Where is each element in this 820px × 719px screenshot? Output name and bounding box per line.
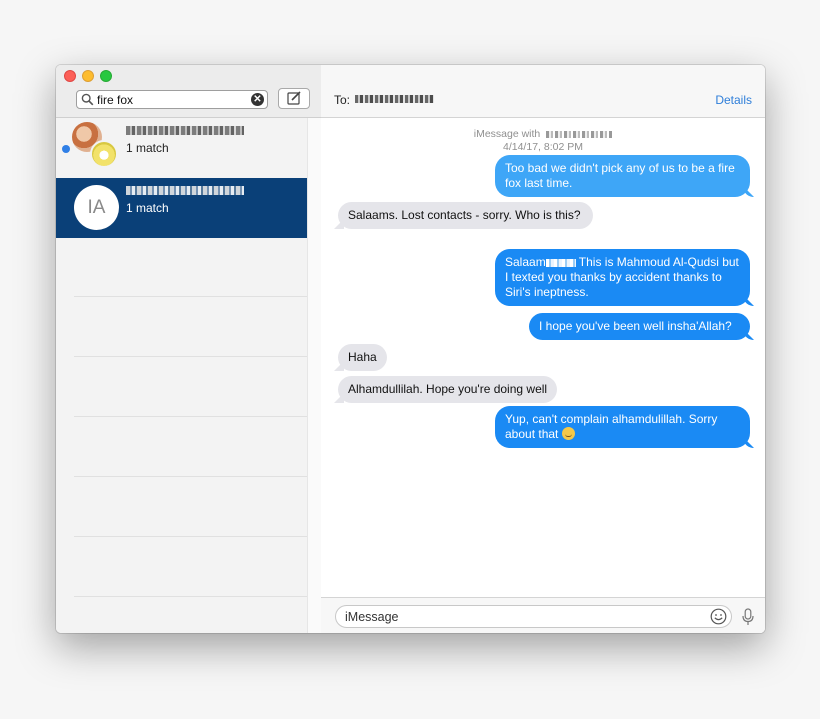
sidebar-toolbar: fire fox ✕ <box>56 65 321 118</box>
divider <box>74 596 307 597</box>
minimize-button[interactable] <box>82 70 94 82</box>
conversation-item-selected[interactable]: IA 1 match <box>56 178 307 238</box>
clear-icon[interactable]: ✕ <box>251 93 264 106</box>
divider <box>74 296 307 297</box>
name-redacted <box>545 258 576 267</box>
conversation-list: 1 match IA 1 match <box>56 118 307 633</box>
message-bubble-outgoing[interactable]: Too bad we didn't pick any of us to be a… <box>495 155 750 197</box>
message-text: Salaam <box>505 255 546 269</box>
message-bubble-outgoing[interactable]: Yup, can't complain alhamdulillah. Sorry… <box>495 406 750 448</box>
close-button[interactable] <box>64 70 76 82</box>
compose-button[interactable] <box>278 88 310 109</box>
conversation-name-redacted <box>126 126 244 136</box>
recipient-redacted <box>355 95 434 103</box>
search-icon <box>81 93 94 106</box>
messages-window: fire fox ✕ 1 match IA 1 match To: Detail… <box>56 65 765 633</box>
service-label: iMessage with <box>321 128 765 140</box>
divider <box>74 356 307 357</box>
match-count: 1 match <box>126 141 169 155</box>
search-input[interactable]: fire fox <box>97 93 133 107</box>
scrollbar[interactable] <box>307 118 321 633</box>
search-field[interactable]: fire fox ✕ <box>76 90 268 109</box>
details-button[interactable]: Details <box>715 93 752 107</box>
divider <box>74 416 307 417</box>
message-input[interactable]: iMessage <box>335 605 732 628</box>
conversation-name-redacted <box>126 186 244 196</box>
microphone-icon[interactable] <box>741 608 755 626</box>
timestamp: 4/14/17, 8:02 PM <box>503 141 583 153</box>
relieved-face-emoji-icon <box>561 427 575 440</box>
message-bubble-outgoing[interactable]: I hope you've been well insha'Allah? <box>529 313 750 340</box>
emoji-icon[interactable] <box>710 608 727 625</box>
divider <box>74 536 307 537</box>
unread-indicator <box>62 145 70 153</box>
message-text: Yup, can't complain alhamdulillah. Sorry… <box>505 412 718 441</box>
sidebar: fire fox ✕ 1 match IA 1 match <box>56 65 321 633</box>
compose-icon <box>287 91 301 105</box>
message-bubble-outgoing[interactable]: Salaam This is Mahmoud Al-Qudsi but I te… <box>495 249 750 306</box>
message-bubble-incoming[interactable]: Alhamdullilah. Hope you're doing well <box>338 376 558 403</box>
chat-pane: To: Details iMessage with 4/14/17, 8:02 … <box>321 65 765 633</box>
to-label: To: <box>334 93 351 107</box>
chat-header: To: Details <box>321 65 765 118</box>
compose-bar: iMessage <box>321 597 765 633</box>
message-bubble-incoming[interactable]: Haha <box>338 344 387 371</box>
match-count: 1 match <box>126 201 169 215</box>
message-input-placeholder: iMessage <box>345 610 399 624</box>
conversation-item[interactable]: 1 match <box>56 118 307 178</box>
message-bubble-incoming[interactable]: Salaams. Lost contacts - sorry. Who is t… <box>338 202 593 229</box>
maximize-button[interactable] <box>100 70 112 82</box>
avatar <box>90 140 118 168</box>
divider <box>74 476 307 477</box>
avatar: IA <box>74 185 119 230</box>
group-avatar <box>72 122 118 168</box>
